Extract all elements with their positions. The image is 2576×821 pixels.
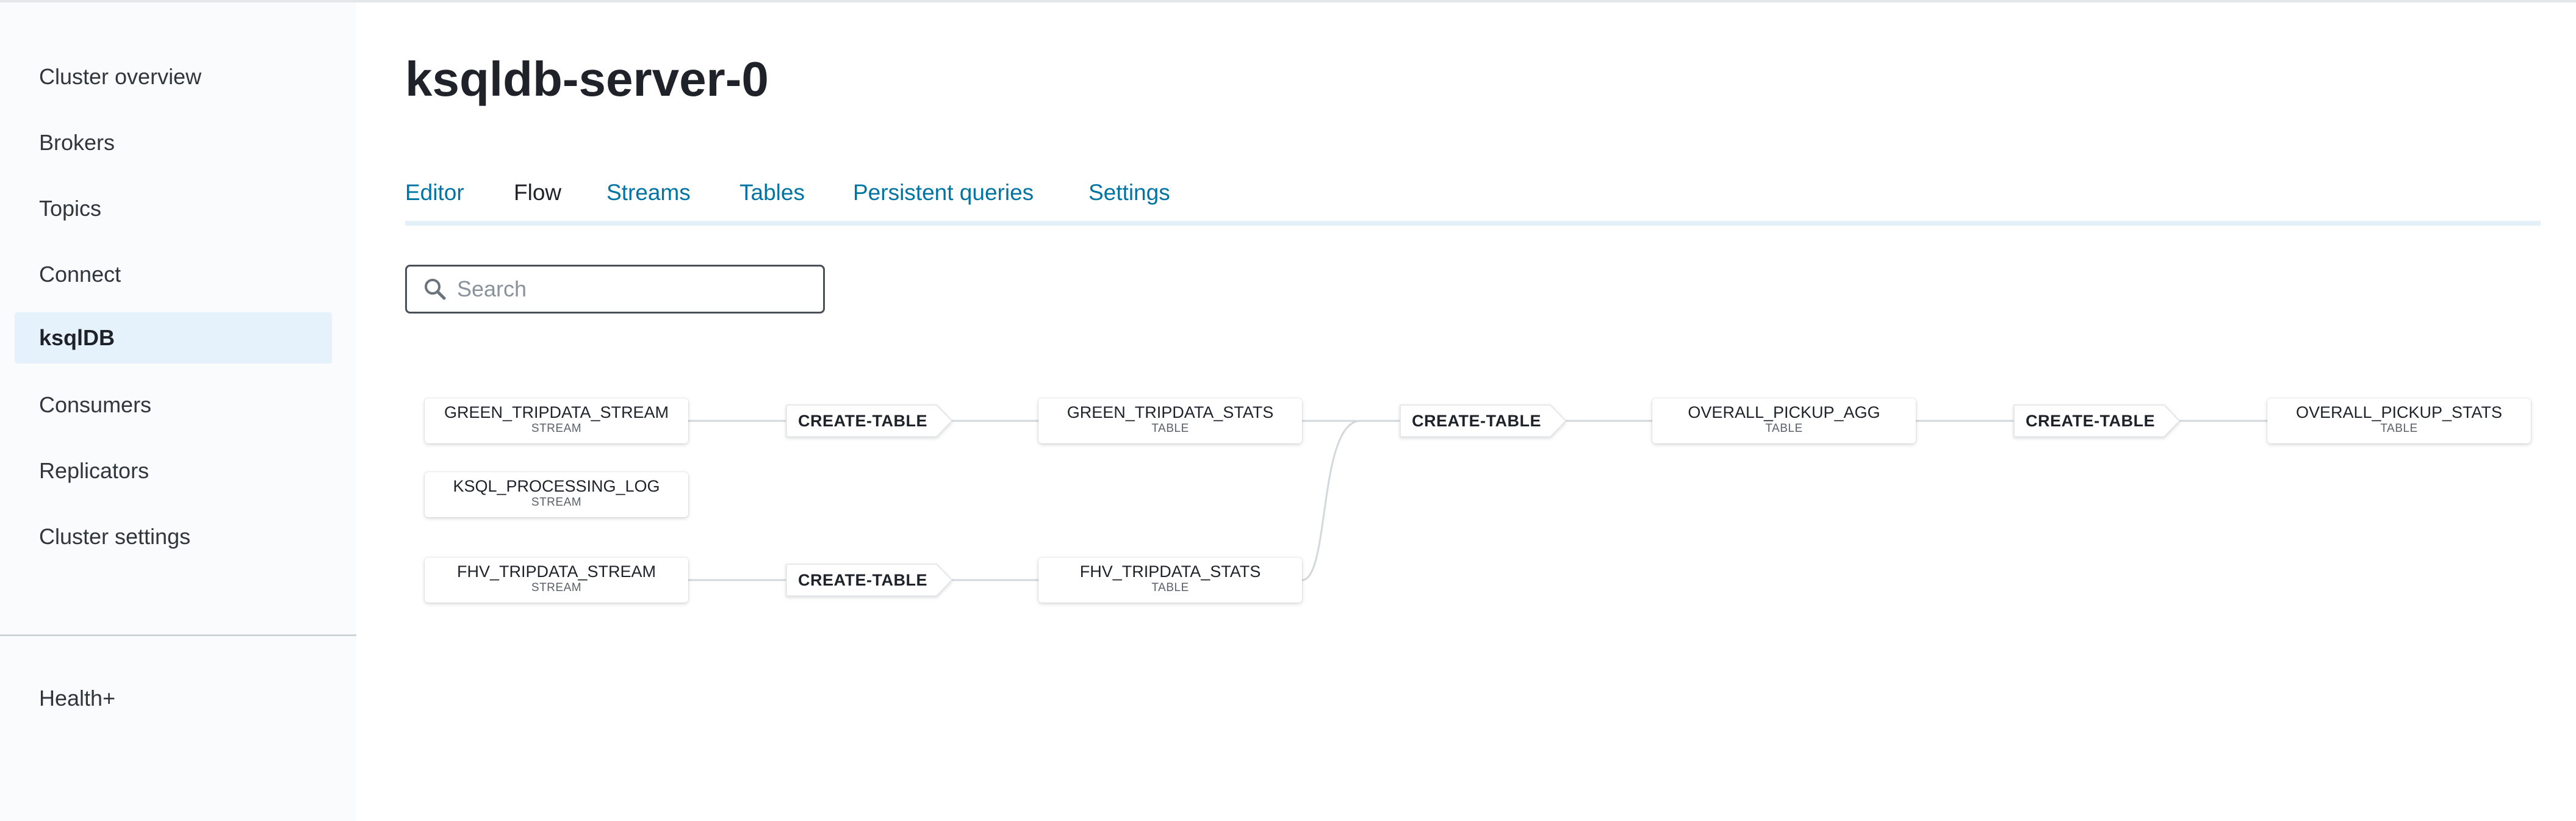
node-name: OVERALL_PICKUP_STATS <box>2295 403 2503 421</box>
node-type: TABLE <box>1151 581 1189 594</box>
node-type: STREAM <box>531 496 582 509</box>
flow-op-create-table-fhv[interactable]: CREATE-TABLE <box>786 564 953 597</box>
node-name: FHV_TRIPDATA_STATS <box>1079 562 1261 581</box>
op-label: CREATE-TABLE <box>1412 411 1541 430</box>
flow-node-fhv-tripdata-stream[interactable]: FHV_TRIPDATA_STREAM STREAM <box>425 557 688 603</box>
flow-node-overall-pickup-agg[interactable]: OVERALL_PICKUP_AGG TABLE <box>1652 398 1916 443</box>
node-type: STREAM <box>531 422 582 435</box>
op-label: CREATE-TABLE <box>798 570 927 589</box>
op-label: CREATE-TABLE <box>798 411 927 430</box>
node-type: TABLE <box>1765 422 1803 435</box>
node-name: KSQL_PROCESSING_LOG <box>453 477 660 495</box>
node-name: OVERALL_PICKUP_AGG <box>1688 403 1880 421</box>
flow-node-green-tripdata-stats[interactable]: GREEN_TRIPDATA_STATS TABLE <box>1038 398 1302 443</box>
flow-op-create-table-green[interactable]: CREATE-TABLE <box>786 404 953 437</box>
flow-node-ksql-processing-log[interactable]: KSQL_PROCESSING_LOG STREAM <box>425 472 688 517</box>
flow-op-create-table-stats[interactable]: CREATE-TABLE <box>2013 404 2181 437</box>
flow-op-create-table-agg[interactable]: CREATE-TABLE <box>1400 404 1567 437</box>
flow-node-green-tripdata-stream[interactable]: GREEN_TRIPDATA_STREAM STREAM <box>425 398 688 443</box>
node-name: GREEN_TRIPDATA_STREAM <box>444 403 669 421</box>
flow-node-fhv-tripdata-stats[interactable]: FHV_TRIPDATA_STATS TABLE <box>1038 557 1302 603</box>
flow-node-overall-pickup-stats[interactable]: OVERALL_PICKUP_STATS TABLE <box>2267 398 2531 443</box>
node-type: STREAM <box>531 581 582 594</box>
node-name: FHV_TRIPDATA_STREAM <box>456 562 657 581</box>
node-name: GREEN_TRIPDATA_STATS <box>1067 403 1274 421</box>
node-type: TABLE <box>1151 422 1189 435</box>
node-type: TABLE <box>2380 422 2418 435</box>
op-label: CREATE-TABLE <box>2026 411 2155 430</box>
